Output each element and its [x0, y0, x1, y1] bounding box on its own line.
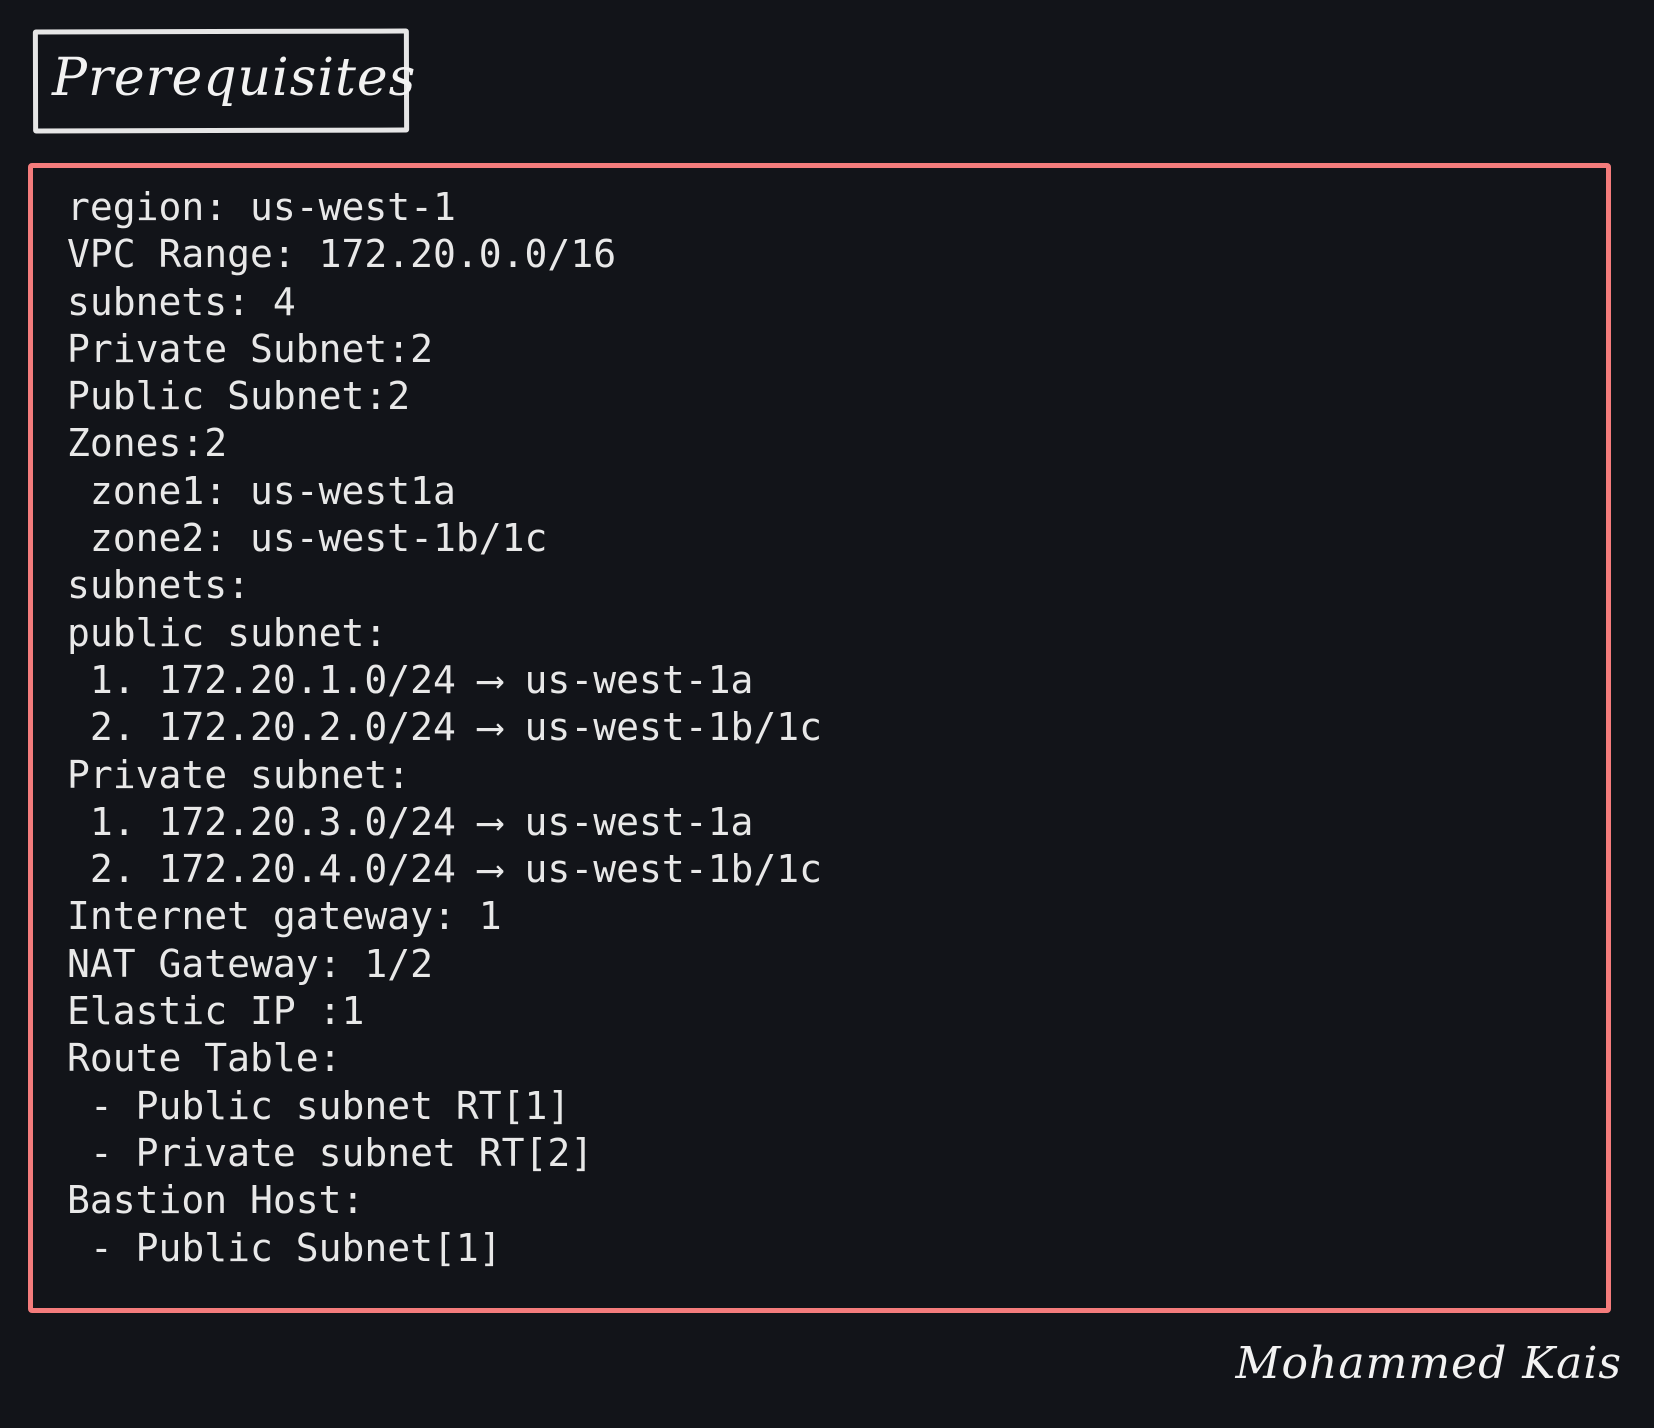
line-internet-gateway: Internet gateway: 1 — [67, 894, 502, 939]
line-route-table-private: - Private subnet RT[2] — [67, 1130, 594, 1175]
line-private-subnet-heading: Private subnet: — [67, 752, 411, 797]
line-public-subnet-count: Public Subnet:2 — [67, 374, 411, 419]
line-private-subnet-count: Private Subnet:2 — [67, 326, 434, 371]
line-public-subnet-1: 1. 172.20.1.0/24 ⟶ us-west-1a — [67, 657, 754, 702]
line-private-subnet-2: 2. 172.20.4.0/24 ⟶ us-west-1b/1c — [67, 847, 822, 892]
author-signature: Mohammed Kais — [1235, 1338, 1622, 1389]
line-public-subnet-2: 2. 172.20.2.0/24 ⟶ us-west-1b/1c — [67, 705, 822, 750]
line-bastion-host-heading: Bastion Host: — [67, 1178, 365, 1223]
diagram-title: Prerequisites — [52, 48, 417, 108]
line-public-subnet-heading: public subnet: — [67, 610, 388, 655]
line-region: region: us-west-1 — [67, 185, 456, 229]
line-subnets-count: subnets: 4 — [67, 279, 296, 324]
line-nat-gateway: NAT Gateway: 1/2 — [67, 941, 434, 986]
line-zone1: zone1: us-west1a — [67, 468, 456, 513]
line-subnets-heading: subnets: — [67, 563, 251, 608]
line-route-table-heading: Route Table: — [67, 1036, 342, 1081]
line-bastion-host-public: - Public Subnet[1] — [67, 1225, 502, 1270]
prerequisites-list: region: us-west-1 VPC Range: 172.20.0.0/… — [67, 184, 822, 1272]
line-vpc-range: VPC Range: 172.20.0.0/16 — [67, 232, 617, 277]
line-private-subnet-1: 1. 172.20.3.0/24 ⟶ us-west-1a — [67, 799, 754, 844]
line-elastic-ip: Elastic IP :1 — [67, 989, 365, 1034]
line-route-table-public: - Public subnet RT[1] — [67, 1083, 571, 1128]
line-zone2: zone2: us-west-1b/1c — [67, 516, 548, 561]
line-zones: Zones:2 — [67, 421, 228, 466]
